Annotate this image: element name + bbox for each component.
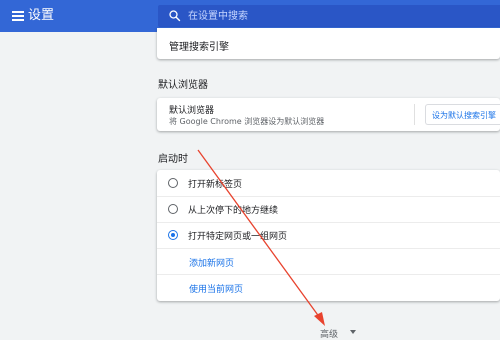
default-browser-title: 默认浏览器 xyxy=(169,106,215,116)
divider xyxy=(157,274,500,275)
use-current-pages-link[interactable]: 使用当前网页 xyxy=(189,282,243,295)
startup-option-new-tab[interactable]: 打开新标签页 xyxy=(157,171,500,195)
search-engine-card: 管理搜索引擎 xyxy=(157,28,500,59)
radio-label: 从上次停下的地方继续 xyxy=(188,206,279,216)
divider xyxy=(157,248,500,249)
search-icon xyxy=(169,10,181,22)
set-default-button[interactable]: 设为默认搜索引擎 xyxy=(425,104,500,125)
search-input[interactable] xyxy=(186,8,490,26)
radio-button-checked[interactable] xyxy=(168,230,178,240)
default-browser-subtitle: 将 Google Chrome 浏览器设为默认浏览器 xyxy=(169,117,325,126)
chevron-down-icon[interactable] xyxy=(350,330,356,334)
divider xyxy=(414,104,415,125)
startup-card: 打开新标签页 从上次停下的地方继续 打开特定网页或一组网页 添加新网页 使用当前… xyxy=(157,170,500,301)
startup-option-continue[interactable]: 从上次停下的地方继续 xyxy=(157,197,500,221)
radio-button[interactable] xyxy=(168,204,178,214)
page-title: 设置 xyxy=(28,8,55,23)
radio-label: 打开特定网页或一组网页 xyxy=(188,232,288,242)
manage-search-engines-link[interactable]: 管理搜索引擎 xyxy=(169,38,229,53)
radio-button[interactable] xyxy=(168,178,178,188)
search-box[interactable] xyxy=(158,5,500,27)
startup-section-title: 启动时 xyxy=(158,154,188,165)
add-new-page-link[interactable]: 添加新网页 xyxy=(189,256,234,269)
menu-icon[interactable] xyxy=(12,9,24,23)
startup-option-specific-pages[interactable]: 打开特定网页或一组网页 xyxy=(157,223,500,247)
radio-label: 打开新标签页 xyxy=(188,180,243,190)
default-browser-card: 默认浏览器 将 Google Chrome 浏览器设为默认浏览器 设为默认搜索引… xyxy=(157,98,500,131)
advanced-toggle[interactable]: 高级 xyxy=(320,327,338,340)
default-browser-section-title: 默认浏览器 xyxy=(158,80,208,91)
